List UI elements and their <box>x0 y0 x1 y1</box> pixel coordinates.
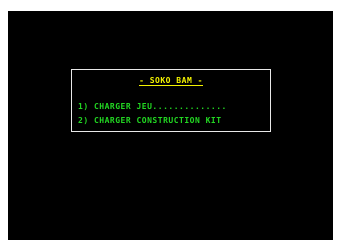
menu-title-text: - SOKO BAM - <box>139 76 203 86</box>
menu-item-load-construction-kit[interactable]: 2) CHARGER CONSTRUCTION KIT <box>78 116 222 126</box>
menu-item-load-game[interactable]: 1) CHARGER JEU.............. <box>78 102 227 112</box>
main-menu-box: - SOKO BAM - 1) CHARGER JEU.............… <box>71 69 271 132</box>
menu-title: - SOKO BAM - <box>72 76 270 86</box>
game-screen: - SOKO BAM - 1) CHARGER JEU.............… <box>8 11 333 240</box>
